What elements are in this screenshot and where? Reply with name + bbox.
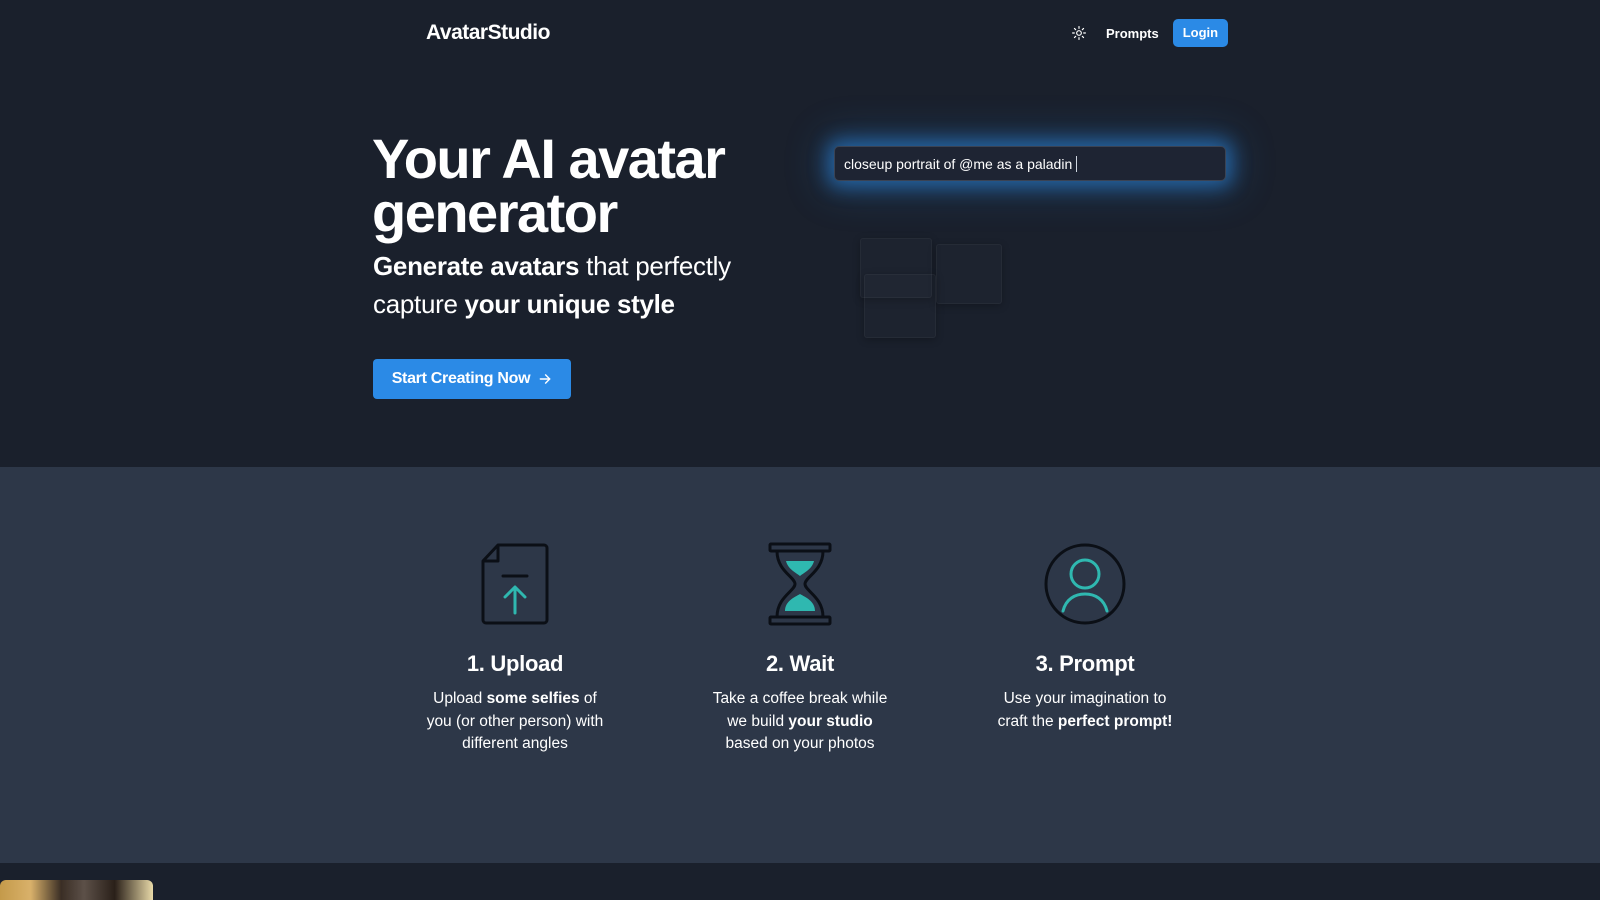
user-circle-icon <box>1044 543 1126 625</box>
text-caret <box>1076 155 1078 172</box>
step-title: 1. Upload <box>466 651 564 676</box>
hourglass-icon <box>768 542 832 626</box>
step-desc-text: based on your photos <box>725 735 875 752</box>
step-title: 3. Prompt <box>1035 651 1135 676</box>
logo[interactable]: AvatarStudio <box>426 21 550 45</box>
step-desc-text: Upload <box>433 690 487 707</box>
step-desc-emphasis: your studio <box>788 712 873 730</box>
step-desc-emphasis: some selfies <box>486 690 580 707</box>
prompts-link[interactable]: Prompts <box>1106 26 1159 41</box>
how-it-works-section: 1. Upload Upload some selfies of you (or… <box>0 467 1600 863</box>
start-creating-button[interactable]: Start Creating Now <box>373 359 571 399</box>
hero-title-line-1: Your AI avatar <box>372 127 726 190</box>
theme-toggle-button[interactable] <box>1068 22 1090 44</box>
arrow-right-icon <box>538 372 552 386</box>
hero-section: Your AI avatar generator Generate avatar… <box>0 68 1600 467</box>
step-description: Upload some selfies of you (or other per… <box>420 688 610 756</box>
step-description: Use your imagination to craft the perfec… <box>990 688 1180 733</box>
file-upload-icon <box>481 543 549 625</box>
step-upload: 1. Upload Upload some selfies of you (or… <box>420 539 610 756</box>
sun-icon <box>1072 26 1086 40</box>
hero-sub-emphasis-1: Generate avatars <box>373 251 580 281</box>
step-desc-emphasis: perfect prompt! <box>1057 712 1173 730</box>
hero-sub-emphasis-2: your unique style <box>464 289 675 319</box>
step-description: Take a coffee break while we build your … <box>705 688 895 756</box>
start-creating-label: Start Creating Now <box>391 370 531 387</box>
ghost-card <box>864 274 936 338</box>
gallery-section <box>0 863 1600 900</box>
step-title: 2. Wait <box>766 651 834 676</box>
hero-title: Your AI avatar generator <box>372 127 792 244</box>
top-navbar: AvatarStudio Prompts Login <box>0 0 1600 68</box>
login-button[interactable]: Login <box>1172 19 1229 47</box>
ghost-card <box>936 244 1002 304</box>
nav-actions: Prompts Login <box>1068 19 1229 47</box>
step-wait: 2. Wait Take a coffee break while we bui… <box>705 539 895 756</box>
prompt-input[interactable]: closeup portrait of @me as a paladin <box>834 146 1226 181</box>
step-prompt: 3. Prompt Use your imagination to craft … <box>990 539 1180 733</box>
gallery-avatar-thumbnail[interactable] <box>0 880 153 900</box>
prompt-input-value: closeup portrait of @me as a paladin <box>844 155 1073 172</box>
hero-subtitle: Generate avatars that perfectly capture … <box>373 247 773 323</box>
hero-title-line-2: generator <box>372 181 618 244</box>
